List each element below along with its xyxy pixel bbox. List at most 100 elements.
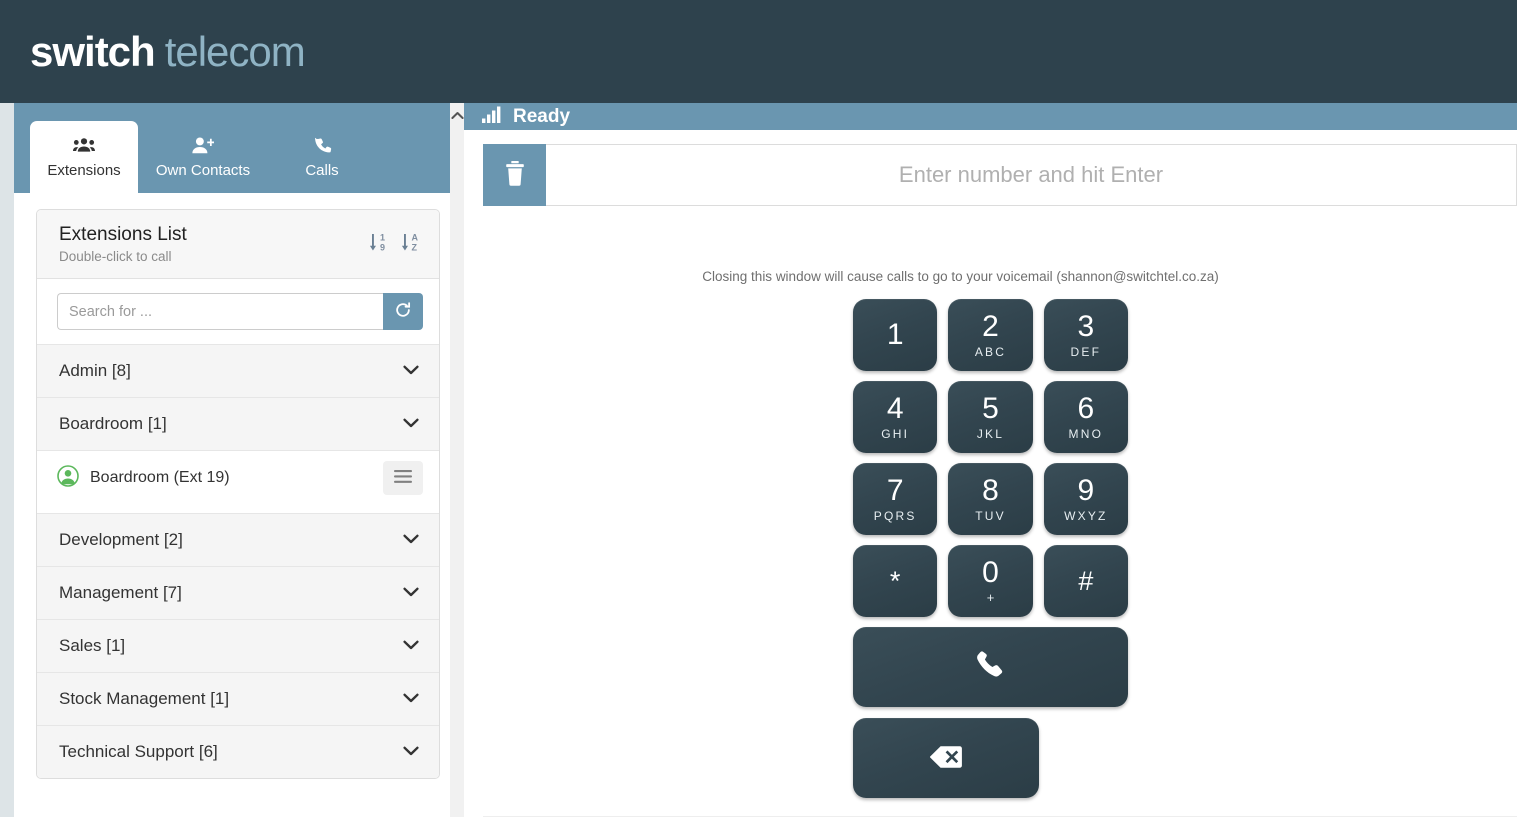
tab-own-contacts[interactable]: Own Contacts [138,121,268,193]
group-header-management[interactable]: Management [7] [37,566,439,619]
chevron-down-icon [403,690,419,708]
dialpad-key-8[interactable]: 8 TUV [948,463,1033,535]
dialpad-action-row [853,627,1128,798]
dialpad-key-7[interactable]: 7 PQRS [853,463,938,535]
group-header-admin[interactable]: Admin [8] [37,344,439,397]
group-header-boardroom[interactable]: Boardroom [1] [37,397,439,450]
refresh-button[interactable] [383,293,423,330]
logo-word-switch: switch [30,27,156,75]
group-label: Management [7] [59,583,182,602]
dialpad-key-4[interactable]: 4 GHI [853,381,938,453]
key-digit: 7 [886,474,904,508]
dialpad-key-6[interactable]: 6 MNO [1043,381,1128,453]
trash-icon [504,161,526,189]
chevron-down-icon [403,415,419,433]
key-digit: 9 [1077,474,1095,508]
app-body: Extensions Own Contacts Calls Extensions… [0,103,1517,817]
chevron-down-icon [403,743,419,761]
key-digit: 8 [982,474,999,508]
chevron-down-icon [403,531,419,549]
member-menu-button[interactable] [383,461,423,495]
extensions-title: Extensions List [59,224,187,245]
key-letters: ABC [974,344,1007,359]
dialpad-key-5[interactable]: 5 JKL [948,381,1033,453]
group-label: Admin [8] [59,361,131,380]
clear-number-button[interactable] [483,144,546,206]
contacts-pane: Extensions Own Contacts Calls Extensions… [14,103,450,817]
pane-scrollbar[interactable] [450,103,464,817]
extensions-header: Extensions List Double-click to call 19 [37,210,439,279]
extensions-header-text: Extensions List Double-click to call [59,224,187,264]
phone-icon [313,135,332,155]
key-digit: # [1078,565,1094,596]
group-label: Stock Management [1] [59,689,230,708]
search-input[interactable] [57,293,383,330]
avatar [57,464,79,492]
key-digit: * [889,565,901,596]
dialpad-key-3[interactable]: 3 DEF [1043,299,1128,371]
key-letters: DEF [1070,344,1102,359]
backspace-button[interactable] [853,718,1039,798]
tab-extensions-label: Extensions [47,162,121,179]
tab-calls-label: Calls [305,162,339,179]
phone-handset-icon [974,649,1008,686]
member-name: Boardroom (Ext 19) [90,469,230,486]
key-digit: 4 [886,392,904,426]
group-header-technical-support[interactable]: Technical Support [6] [37,725,439,778]
key-digit: 3 [1077,310,1095,344]
backspace-icon [929,744,963,773]
refresh-icon [394,301,412,322]
svg-text:Z: Z [412,242,418,252]
chevron-up-icon[interactable] [450,107,464,125]
svg-text:1: 1 [380,232,385,242]
group-label: Sales [1] [59,636,126,655]
member-identity: Boardroom (Ext 19) [57,464,230,492]
key-letters: JKL [976,426,1005,441]
brand-header: switch telecom [0,0,1517,103]
key-digit: 2 [982,310,999,344]
key-digit: 5 [982,392,999,426]
voicemail-note: Closing this window will cause calls to … [702,269,1219,284]
group-header-sales[interactable]: Sales [1] [37,619,439,672]
dialpad: 1 2 ABC 3 DEF 4 GHI 5 JKL 6 MNO 7 PQRS 8… [853,299,1128,617]
dialpad-wrapper: 1 2 ABC 3 DEF 4 GHI 5 JKL 6 MNO 7 PQRS 8… [464,284,1517,798]
user-plus-icon [192,135,214,155]
hamburger-icon [394,470,412,486]
key-digit: 0 [982,556,999,590]
key-letters: MNO [1068,426,1104,441]
number-input[interactable] [546,144,1517,206]
logo-word-telecom: telecom [164,27,306,75]
sort-alpha-down-icon[interactable]: AZ [401,231,421,258]
users-icon [73,135,95,155]
sort-numeric-down-icon[interactable]: 19 [369,231,389,258]
key-letters: TUV [975,508,1006,523]
group-header-development[interactable]: Development [2] [37,513,439,566]
dialpad-key-2[interactable]: 2 ABC [948,299,1033,371]
svg-text:A: A [412,232,419,242]
dialpad-key-1[interactable]: 1 [853,299,938,371]
status-text: Ready [513,105,571,127]
search-row [37,279,439,344]
key-digit: 1 [886,318,904,352]
call-button[interactable] [853,627,1128,707]
dialpad-key-0[interactable]: 0 + [948,545,1033,617]
list-item[interactable]: Boardroom (Ext 19) [57,461,423,495]
key-letters: PQRS [873,508,917,523]
dialpad-key-9[interactable]: 9 WXYZ [1043,463,1128,535]
svg-text:9: 9 [380,242,385,252]
group-header-stock-management[interactable]: Stock Management [1] [37,672,439,725]
dialpad-key-hash[interactable]: # [1043,545,1128,617]
group-members-boardroom: Boardroom (Ext 19) [37,450,439,513]
tab-extensions[interactable]: Extensions [30,121,138,193]
group-label: Boardroom [1] [59,414,167,433]
dialpad-key-star[interactable]: * [853,545,938,617]
tab-calls[interactable]: Calls [268,121,376,193]
number-entry-row [483,144,1517,206]
dialer-status-bar: Ready [464,103,1517,130]
switch-telecom-logo: switch telecom [30,27,306,75]
signal-bars-icon [482,106,504,128]
tab-bar: Extensions Own Contacts Calls [14,103,450,193]
left-gutter [0,103,14,817]
sort-controls: 19 AZ [369,231,421,258]
group-label: Development [2] [59,530,183,549]
